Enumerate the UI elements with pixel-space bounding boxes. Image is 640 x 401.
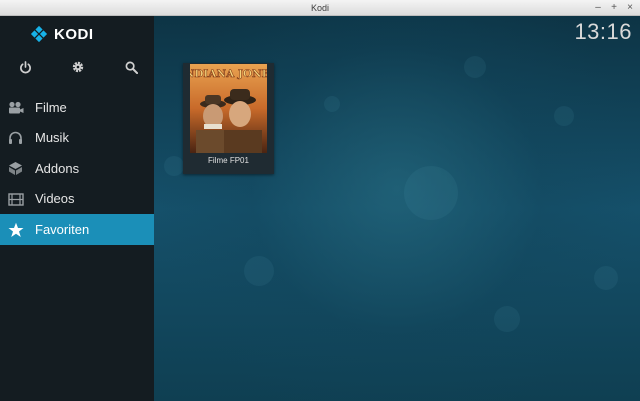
logo-text: KODI bbox=[54, 25, 94, 43]
sidebar-item-label: Favoriten bbox=[35, 221, 90, 237]
poster-artwork: INDIANA JONES bbox=[190, 64, 267, 153]
sidebar-item-label: Musik bbox=[35, 130, 69, 146]
kodi-app: 13:16 KODI Filme Musik Addons Videos Fav… bbox=[0, 16, 640, 401]
favourite-tile[interactable]: INDIANA JONES Filme FP01 bbox=[183, 63, 274, 174]
maximize-button[interactable]: + bbox=[610, 0, 618, 16]
kodi-logo[interactable]: KODI bbox=[30, 24, 94, 44]
sidebar: KODI Filme Musik Addons Videos Favoriten bbox=[0, 16, 154, 401]
video-icon bbox=[7, 191, 24, 208]
poster-title: INDIANA JONES bbox=[190, 68, 267, 80]
star-icon bbox=[7, 221, 24, 238]
window-titlebar: Kodi – + × bbox=[0, 0, 640, 16]
clock: 13:16 bbox=[574, 19, 632, 44]
favourite-label: Filme FP01 bbox=[208, 156, 249, 165]
sidebar-menu: Filme Musik Addons Videos Favoriten bbox=[0, 92, 154, 245]
sidebar-item-videos[interactable]: Videos bbox=[0, 184, 154, 215]
window-title: Kodi bbox=[310, 3, 329, 13]
kodi-logo-icon bbox=[30, 25, 48, 43]
gear-icon[interactable] bbox=[69, 58, 87, 76]
window-controls: – + × bbox=[594, 0, 634, 16]
search-icon[interactable] bbox=[122, 58, 140, 76]
headphones-icon bbox=[7, 130, 24, 147]
sidebar-item-filme[interactable]: Filme bbox=[0, 92, 154, 123]
sidebar-top-icons bbox=[0, 58, 154, 76]
minimize-button[interactable]: – bbox=[594, 0, 602, 16]
sidebar-item-musik[interactable]: Musik bbox=[0, 123, 154, 154]
sidebar-item-label: Filme bbox=[35, 99, 67, 115]
sidebar-item-label: Videos bbox=[35, 191, 75, 207]
film-icon bbox=[7, 99, 24, 116]
movie-poster: INDIANA JONES bbox=[190, 64, 267, 153]
sidebar-item-label: Addons bbox=[35, 160, 80, 176]
close-button[interactable]: × bbox=[626, 0, 634, 16]
box-icon bbox=[7, 160, 24, 177]
sidebar-item-favoriten[interactable]: Favoriten bbox=[0, 214, 154, 245]
power-icon[interactable] bbox=[16, 58, 34, 76]
sidebar-item-addons[interactable]: Addons bbox=[0, 153, 154, 184]
